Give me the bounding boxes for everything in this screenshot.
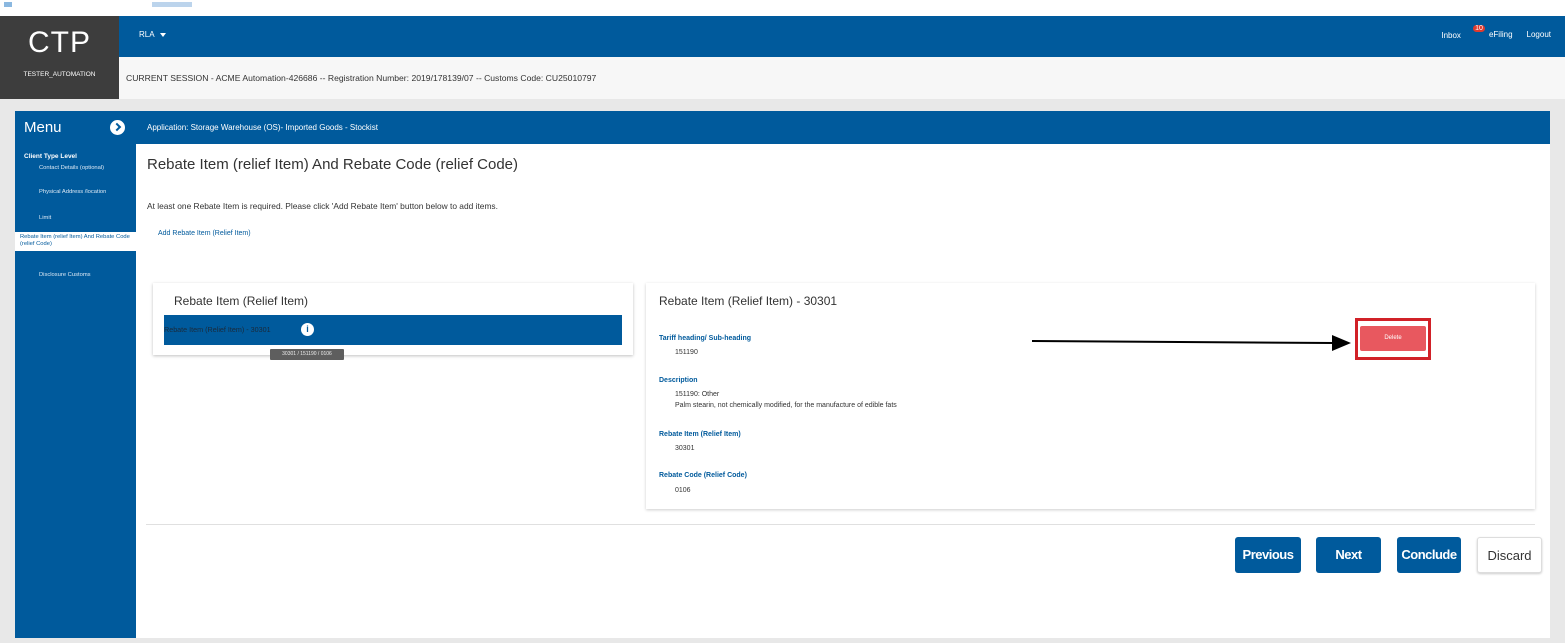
next-button[interactable]: Next	[1316, 537, 1381, 573]
star-icon	[4, 2, 12, 7]
browser-strip	[0, 0, 1565, 16]
rebate-item-list-title: Rebate Item (Relief Item)	[174, 294, 309, 308]
description-label: Description	[659, 377, 698, 384]
conclude-button[interactable]: Conclude	[1397, 537, 1461, 573]
divider	[146, 524, 1535, 525]
top-links: Inbox 10 eFiling Logout	[1441, 25, 1551, 43]
add-rebate-item-link[interactable]: Add Rebate Item (Relief Item)	[158, 230, 251, 237]
rebate-item-list-card: Rebate Item (Relief Item) Rebate Item (R…	[153, 283, 633, 355]
sidebar: Menu Client Type Level Contact Details (…	[15, 111, 136, 638]
tariff-heading-value: 151190	[675, 349, 698, 356]
rebate-item-tooltip: 30301 / 151190 / 0106	[270, 349, 344, 360]
inbox-label: Inbox	[1441, 31, 1461, 40]
rebate-item-value: 30301	[675, 445, 695, 452]
session-info: CURRENT SESSION - ACME Automation-426686…	[126, 73, 597, 83]
sidebar-item-disclosure-customs[interactable]: Disclosure Customs	[27, 272, 131, 279]
application-bar: Application: Storage Warehouse (OS)- Imp…	[136, 111, 1550, 144]
main-panel: Menu Client Type Level Contact Details (…	[15, 111, 1550, 638]
sidebar-item-limit[interactable]: Limit	[27, 215, 131, 222]
caret-down-icon	[159, 32, 166, 37]
content-area: Application: Storage Warehouse (OS)- Imp…	[136, 111, 1550, 638]
menu-title: Menu	[24, 119, 62, 136]
description-line-2: Palm stearin, not chemically modified, f…	[675, 402, 897, 409]
menu-header: Menu	[15, 111, 136, 144]
app-root: CTP TESTER_AUTOMATION RLA Inbox 10 eFili…	[0, 0, 1565, 643]
inbox-count-badge: 10	[1473, 25, 1485, 32]
session-bar: CURRENT SESSION - ACME Automation-426686…	[119, 57, 1565, 99]
info-message: At least one Rebate Item is required. Pl…	[147, 201, 498, 211]
efiling-link[interactable]: eFiling	[1489, 30, 1513, 43]
ctp-logo: CTP	[28, 26, 91, 59]
previous-button[interactable]: Previous	[1235, 537, 1301, 573]
brand-block: CTP TESTER_AUTOMATION	[0, 16, 119, 99]
sidebar-item-physical-address[interactable]: Physical Address /location	[27, 189, 131, 196]
rla-dropdown[interactable]: RLA	[139, 30, 166, 39]
current-user: TESTER_AUTOMATION	[23, 71, 96, 78]
page-title: Rebate Item (relief Item) And Rebate Cod…	[147, 156, 519, 173]
inbox-link[interactable]: Inbox 10	[1441, 25, 1485, 43]
rebate-item-label: Rebate Item (Relief Item)	[659, 431, 741, 438]
annotation-arrow-icon	[1032, 335, 1351, 351]
delete-button[interactable]: Delete	[1360, 326, 1426, 351]
info-icon[interactable]: i	[301, 323, 314, 336]
rebate-code-label: Rebate Code (Relief Code)	[659, 472, 747, 479]
rebate-code-value: 0106	[675, 487, 691, 494]
rebate-item-detail-card: Rebate Item (Relief Item) - 30301 Tariff…	[646, 283, 1535, 509]
rebate-item-row-label: Rebate Item (Relief Item) - 30301	[164, 325, 271, 334]
tariff-heading-label: Tariff heading/ Sub-heading	[659, 335, 752, 342]
description-line-1: 151190: Other	[675, 391, 720, 398]
rebate-item-row[interactable]: Rebate Item (Relief Item) - 30301 i	[164, 315, 622, 345]
menu-level-title: Client Type Level	[24, 153, 77, 160]
menu-collapse-icon[interactable]	[110, 120, 125, 135]
sidebar-item-contact-details[interactable]: Contact Details (optional)	[27, 165, 131, 172]
logout-link[interactable]: Logout	[1527, 30, 1551, 43]
bookmark-icon	[152, 2, 192, 7]
rla-dropdown-label: RLA	[139, 30, 155, 39]
application-title: Application: Storage Warehouse (OS)- Imp…	[147, 123, 378, 132]
rebate-item-detail-title: Rebate Item (Relief Item) - 30301	[659, 294, 838, 308]
discard-button[interactable]: Discard	[1477, 537, 1542, 573]
top-bar: RLA Inbox 10 eFiling Logout	[119, 16, 1565, 57]
sidebar-item-rebate-item[interactable]: Rebate Item (relief Item) And Rebate Cod…	[15, 232, 136, 251]
